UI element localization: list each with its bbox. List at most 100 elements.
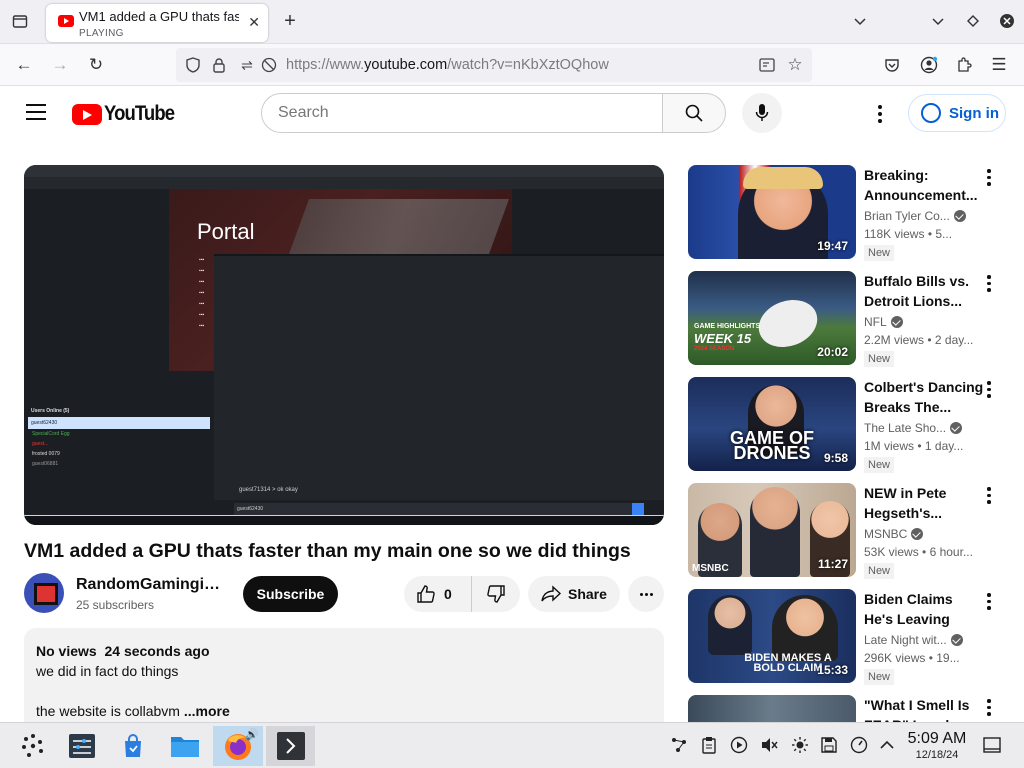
recommended-video[interactable]: GAME OF DRONES 9:58 Colbert's Dancing Br… bbox=[688, 377, 1024, 473]
new-badge: New bbox=[864, 457, 895, 473]
description-line: the website is collabvm bbox=[36, 703, 180, 719]
window-minimize-icon[interactable] bbox=[927, 10, 949, 32]
save-disk-icon[interactable] bbox=[818, 734, 840, 756]
youtube-logo[interactable]: YouTube bbox=[72, 102, 184, 126]
subscribe-button[interactable]: Subscribe bbox=[243, 576, 338, 612]
upload-age: 24 seconds ago bbox=[104, 643, 210, 659]
video-player[interactable]: Portal ▪▪▪ ▪▪▪ ▪▪▪ ▪▪▪ ▪▪▪ ▪▪▪ ▪▪▪ guest71314 … bbox=[24, 165, 664, 525]
new-badge: New bbox=[864, 563, 895, 579]
window-maximize-icon[interactable] bbox=[962, 10, 984, 32]
more-actions-icon[interactable] bbox=[628, 576, 664, 612]
back-icon[interactable]: ← bbox=[13, 54, 35, 76]
app-menu-icon[interactable]: ☰ bbox=[988, 54, 1010, 76]
search-button[interactable] bbox=[662, 93, 726, 133]
dislike-button[interactable] bbox=[472, 584, 520, 604]
like-dislike-group: 0 bbox=[404, 576, 520, 612]
clipboard-tray-icon[interactable] bbox=[698, 734, 720, 756]
verified-icon bbox=[950, 422, 963, 434]
youtube-header: YouTube Search Sign in bbox=[0, 86, 1024, 142]
brightness-icon[interactable] bbox=[789, 734, 811, 756]
close-tab-icon[interactable]: ✕ bbox=[248, 14, 260, 31]
address-bar[interactable]: ⇌ https://www.youtube.com/watch?v=nKbXzt… bbox=[176, 48, 812, 82]
video-thumbnail[interactable]: MSNBC 11:27 bbox=[688, 483, 856, 577]
clock[interactable]: 5:09 AM 12/18/24 bbox=[898, 730, 976, 761]
url-text[interactable]: https://www.youtube.com/watch?v=nKbXztOQ… bbox=[286, 57, 609, 73]
tray-expand-icon[interactable] bbox=[876, 734, 898, 756]
system-settings-icon[interactable] bbox=[59, 726, 105, 766]
autoplay-blocked-icon[interactable] bbox=[260, 56, 278, 74]
reader-view-icon[interactable] bbox=[758, 56, 776, 74]
subscriber-count: 25 subscribers bbox=[76, 598, 155, 612]
discover-store-icon[interactable] bbox=[110, 726, 156, 766]
chevron-down-icon[interactable] bbox=[849, 10, 871, 32]
share-icon bbox=[541, 585, 562, 602]
verified-icon bbox=[953, 210, 966, 222]
like-button[interactable]: 0 bbox=[404, 576, 472, 612]
video-menu-icon[interactable] bbox=[984, 487, 994, 507]
send-icon bbox=[632, 503, 644, 515]
browser-window: VM1 added a GPU thats faster than my mai… bbox=[0, 0, 1024, 722]
video-description[interactable]: No views 24 seconds ago we did in fact d… bbox=[24, 628, 664, 722]
new-badge: New bbox=[864, 669, 895, 685]
network-tray-icon[interactable] bbox=[668, 734, 690, 756]
media-player-tray-icon[interactable] bbox=[728, 734, 750, 756]
terminal-taskbar-button[interactable] bbox=[266, 726, 315, 766]
user-avatar-icon bbox=[921, 103, 941, 123]
tab-manager-icon[interactable] bbox=[9, 10, 31, 32]
guide-menu-icon[interactable] bbox=[26, 104, 46, 120]
navigation-bar: ← → ↻ ⇌ https://www.youtube.com/watch?v=… bbox=[0, 44, 1024, 86]
video-thumbnail[interactable]: 19:47 bbox=[688, 165, 856, 259]
recommended-video[interactable]: BIDEN MAKES A BOLD CLAIM 15:33 Biden Cla… bbox=[688, 589, 1024, 685]
recommended-video[interactable]: MSNBC 11:27 NEW in Pete Hegseth's... MSN… bbox=[688, 483, 1024, 579]
window-close-icon[interactable] bbox=[996, 10, 1018, 32]
voice-search-button[interactable] bbox=[742, 93, 782, 133]
permissions-icon[interactable]: ⇌ bbox=[238, 56, 256, 74]
speedometer-icon[interactable] bbox=[848, 734, 870, 756]
video-thumbnail[interactable]: GAME OF DRONES 9:58 bbox=[688, 377, 856, 471]
video-menu-icon[interactable] bbox=[984, 381, 994, 401]
volume-muted-icon[interactable] bbox=[758, 734, 780, 756]
show-desktop-icon[interactable] bbox=[981, 734, 1003, 756]
lock-icon[interactable] bbox=[210, 56, 228, 74]
recommended-video[interactable]: 19:47 Breaking: Announcement... Brian Ty… bbox=[688, 165, 1024, 261]
recommended-video[interactable]: "What I Smell Is FEAR" Israel... bbox=[688, 695, 1024, 722]
app-launcher-icon[interactable] bbox=[10, 726, 56, 766]
shield-icon[interactable] bbox=[184, 56, 202, 74]
file-manager-icon[interactable] bbox=[162, 726, 208, 766]
tab-bar: VM1 added a GPU thats faster than my mai… bbox=[0, 0, 1024, 44]
video-thumbnail[interactable]: GAME HIGHLIGHTS WEEK 15 2024 SEASON 20:0… bbox=[688, 271, 856, 365]
sign-in-button[interactable]: Sign in bbox=[908, 94, 1006, 132]
firefox-taskbar-button[interactable]: 🔊 bbox=[213, 726, 263, 766]
show-more-link[interactable]: ...more bbox=[184, 703, 230, 719]
share-button[interactable]: Share bbox=[528, 576, 620, 612]
video-thumbnail[interactable] bbox=[688, 695, 856, 722]
video-menu-icon[interactable] bbox=[984, 275, 994, 295]
youtube-favicon-icon bbox=[58, 15, 74, 27]
verified-icon bbox=[911, 528, 924, 540]
new-tab-icon[interactable]: + bbox=[279, 10, 301, 32]
thumbs-down-icon bbox=[487, 585, 505, 603]
video-thumbnail[interactable]: BIDEN MAKES A BOLD CLAIM 15:33 bbox=[688, 589, 856, 683]
channel-avatar[interactable] bbox=[24, 573, 64, 613]
system-taskbar: 🔊 5:09 AM 12/18/24 bbox=[0, 722, 1024, 768]
recommended-video[interactable]: GAME HIGHLIGHTS WEEK 15 2024 SEASON 20:0… bbox=[688, 271, 1024, 367]
account-icon[interactable] bbox=[918, 54, 940, 76]
browser-tab-active[interactable]: VM1 added a GPU thats faster than my mai… bbox=[46, 4, 268, 42]
reload-icon[interactable]: ↻ bbox=[85, 54, 107, 76]
channel-name[interactable]: RandomGamingin... bbox=[76, 576, 226, 594]
bookmark-star-icon[interactable]: ☆ bbox=[786, 55, 804, 74]
extensions-icon[interactable] bbox=[953, 54, 975, 76]
users-online-list: Users Online (5) guest62430 SpecialCord … bbox=[28, 405, 210, 515]
audio-playing-icon: 🔊 bbox=[245, 729, 259, 741]
vm-chat-window bbox=[214, 254, 664, 500]
forward-icon[interactable]: → bbox=[49, 54, 71, 76]
search-input[interactable]: Search bbox=[261, 93, 663, 133]
video-menu-icon[interactable] bbox=[984, 593, 994, 613]
video-menu-icon[interactable] bbox=[984, 169, 994, 189]
settings-kebab-icon[interactable] bbox=[870, 102, 890, 126]
video-menu-icon[interactable] bbox=[984, 699, 994, 719]
youtube-play-icon bbox=[72, 103, 102, 125]
thumbs-up-icon bbox=[417, 585, 435, 603]
tab-title: VM1 added a GPU thats faster than my mai… bbox=[79, 9, 239, 24]
pocket-icon[interactable] bbox=[881, 54, 903, 76]
